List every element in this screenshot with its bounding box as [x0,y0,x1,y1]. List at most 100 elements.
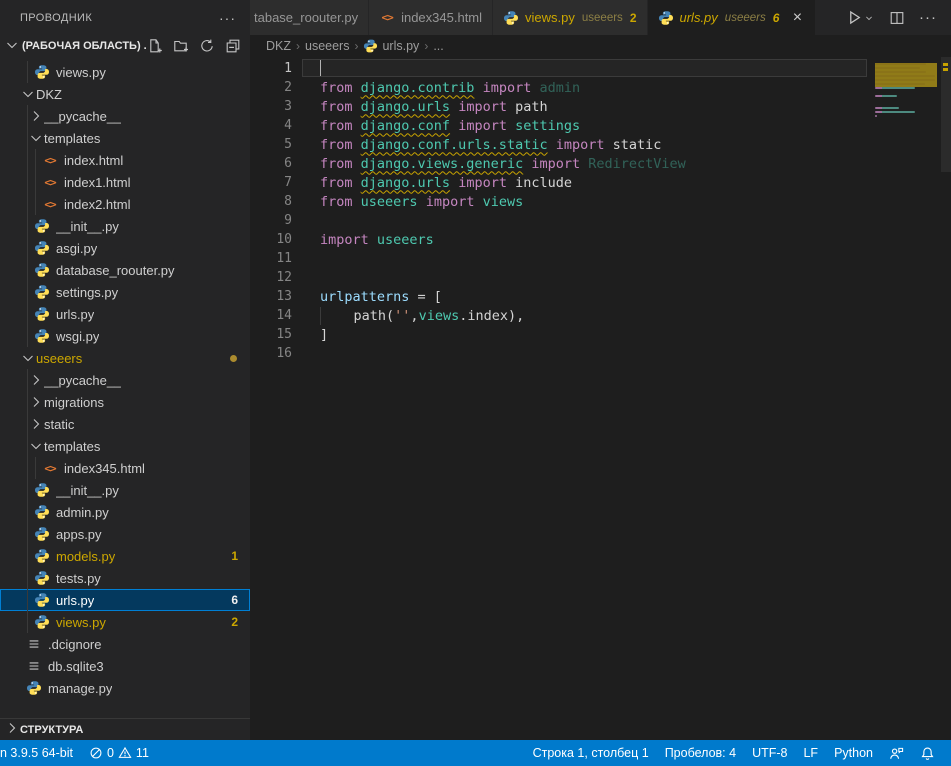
minimap[interactable] [875,59,941,123]
code-line-2[interactable]: 2from django.contrib import admin [250,78,867,97]
tree-item-templates[interactable]: templates [0,435,250,457]
tree-item-migrations[interactable]: migrations [0,391,250,413]
split-editor-button[interactable] [889,10,905,26]
vscode-window: ПРОВОДНИК ··· (РАБОЧАЯ ОБЛАСТЬ) ... view… [0,0,951,766]
indent-guide [27,369,28,391]
chevron-down-icon [28,438,44,454]
tree-item-useeers[interactable]: useeers [0,347,250,369]
code-line-13[interactable]: 13urlpatterns = [ [250,287,867,306]
python-interpreter-item[interactable]: n 3.9.5 64-bit [0,740,81,766]
breadcrumb-item[interactable]: useeers [305,39,349,53]
code-line-1[interactable]: 1 [250,59,867,78]
code-line-6[interactable]: 6from django.views.generic import Redire… [250,154,867,173]
code-editor[interactable]: 12from django.contrib import admin3from … [250,57,951,740]
indent-guide [27,611,28,633]
tab-urls-py[interactable]: urls.pyuseeers6× [648,0,817,35]
close-icon[interactable]: × [789,10,805,26]
indent-guide [35,193,36,215]
tree-item-database-roouter-py[interactable]: database_roouter.py [0,259,250,281]
explorer-more-actions-icon[interactable]: ··· [219,10,236,26]
code-line-16[interactable]: 16 [250,344,867,363]
indent-guide [27,413,28,435]
tab-tabase-roouter-py[interactable]: tabase_roouter.py [250,0,369,35]
tree-item-urls-py[interactable]: urls.py [0,303,250,325]
tree-item-dcignore[interactable]: .dcignore [0,633,250,655]
line-number: 14 [250,308,292,323]
workspace-section-header[interactable]: (РАБОЧАЯ ОБЛАСТЬ) ... [0,35,250,57]
cursor-position-item[interactable]: Строка 1, столбец 1 [525,740,657,766]
warning-marker [943,63,948,66]
problems-item[interactable]: 0 11 [81,740,157,766]
encoding-item[interactable]: UTF-8 [744,740,795,766]
tree-item-index1-html[interactable]: <>index1.html [0,171,250,193]
indent-guide [27,589,28,611]
breadcrumb-label: urls.py [382,39,419,53]
indentation-item[interactable]: Пробелов: 4 [657,740,744,766]
tab-index345-html[interactable]: <>index345.html [369,0,493,35]
code-line-11[interactable]: 11 [250,249,867,268]
tree-item-index-html[interactable]: <>index.html [0,149,250,171]
file-name: tests.py [56,571,101,586]
scrollbar-thumb[interactable] [941,57,951,172]
tree-item-views-py[interactable]: views.py2 [0,611,250,633]
breadcrumb-label: ... [433,39,443,53]
tab-problems-badge: 6 [773,11,780,25]
code-line-7[interactable]: 7from django.urls import include [250,173,867,192]
current-line-highlight [302,59,867,77]
feedback-item[interactable] [881,740,912,766]
notifications-item[interactable] [912,740,943,766]
refresh-icon[interactable] [198,37,216,55]
tab-label: views.py [525,10,575,25]
tree-item-templates[interactable]: templates [0,127,250,149]
collapse-all-icon[interactable] [224,37,242,55]
tree-item-views-py[interactable]: views.py [0,61,250,83]
tree-item-index2-html[interactable]: <>index2.html [0,193,250,215]
code-line-14[interactable]: 14 path('',views.index), [250,306,867,325]
tree-item-models-py[interactable]: models.py1 [0,545,250,567]
html-icon: <> [42,174,58,190]
tree-item-tests-py[interactable]: tests.py [0,567,250,589]
tree-item-urls-py[interactable]: urls.py6 [0,589,250,611]
code-line-12[interactable]: 12 [250,268,867,287]
tree-item-dkz[interactable]: DKZ [0,83,250,105]
tree-item-pycache[interactable]: __pycache__ [0,105,250,127]
more-actions-button[interactable]: ··· [919,9,937,26]
outline-section-header[interactable]: СТРУКТУРА [0,718,250,740]
line-text: from django.urls import include [320,175,572,191]
tree-item-init-py[interactable]: __init__.py [0,479,250,501]
code-line-15[interactable]: 15] [250,325,867,344]
tree-item-asgi-py[interactable]: asgi.py [0,237,250,259]
code-line-9[interactable]: 9 [250,211,867,230]
eol-item[interactable]: LF [795,740,826,766]
tree-item-db-sqlite3[interactable]: db.sqlite3 [0,655,250,677]
code-line-5[interactable]: 5from django.conf.urls.static import sta… [250,135,867,154]
new-folder-icon[interactable] [172,37,190,55]
tree-item-init-py[interactable]: __init__.py [0,215,250,237]
tree-item-pycache[interactable]: __pycache__ [0,369,250,391]
code-line-8[interactable]: 8from useeers import views [250,192,867,211]
indent-guide [27,567,28,589]
tree-item-manage-py[interactable]: manage.py [0,677,250,699]
indent-guide [27,457,28,479]
tree-item-index345-html[interactable]: <>index345.html [0,457,250,479]
code-line-4[interactable]: 4from django.conf import settings [250,116,867,135]
tree-item-wsgi-py[interactable]: wsgi.py [0,325,250,347]
code-line-10[interactable]: 10import useeers [250,230,867,249]
tree-item-static[interactable]: static [0,413,250,435]
tab-views-py[interactable]: views.pyuseeers2 [493,0,647,35]
python-icon [34,262,50,278]
file-name: db.sqlite3 [48,659,104,674]
tree-item-admin-py[interactable]: admin.py [0,501,250,523]
run-button[interactable] [846,9,875,26]
language-mode-item[interactable]: Python [826,740,881,766]
tree-item-settings-py[interactable]: settings.py [0,281,250,303]
breadcrumb-item[interactable]: DKZ [266,39,291,53]
breadcrumb: DKZ›useeers›urls.py›... [250,35,951,57]
overview-ruler[interactable] [941,57,951,740]
code-content[interactable]: 12from django.contrib import admin3from … [250,59,867,363]
breadcrumb-item[interactable]: ... [433,39,443,53]
code-line-3[interactable]: 3from django.urls import path [250,97,867,116]
tree-item-apps-py[interactable]: apps.py [0,523,250,545]
breadcrumb-item[interactable]: urls.py [363,39,419,54]
new-file-icon[interactable] [146,37,164,55]
